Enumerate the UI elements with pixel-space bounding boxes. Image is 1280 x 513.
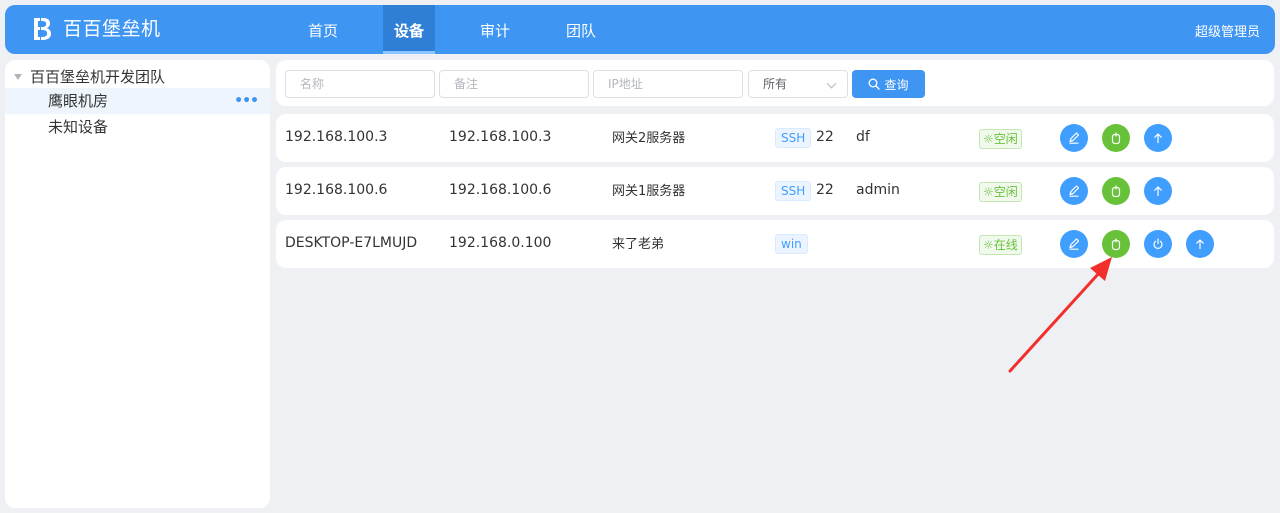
device-user: df (856, 129, 870, 145)
nav-item-devices[interactable]: 设备 (383, 5, 435, 54)
chevron-down-icon (826, 78, 837, 89)
protocol-tag: SSH (775, 128, 812, 148)
mouse-icon (1111, 132, 1121, 145)
edit-button[interactable] (1060, 230, 1088, 258)
device-description: 网关2服务器 (612, 131, 686, 146)
annotation-arrow-shaft (1008, 270, 1102, 373)
name-search-input[interactable] (285, 70, 435, 98)
device-name: 192.168.100.6 (285, 182, 388, 198)
upload-icon (1154, 133, 1162, 144)
device-ip: 192.168.100.6 (449, 182, 552, 198)
device-ip: 192.168.100.3 (449, 129, 552, 145)
sidebar: 百百堡垒机开发团队 鹰眼机房 ••• 未知设备 (5, 60, 270, 508)
tree-node-eagle-eye-room[interactable]: 鹰眼机房 ••• (5, 88, 270, 114)
query-button-label: 查询 (884, 77, 909, 92)
more-icon[interactable]: ••• (234, 88, 259, 114)
edit-button[interactable] (1060, 177, 1088, 205)
tree-node-unknown-devices[interactable]: 未知设备 (5, 114, 270, 140)
nav-item-team[interactable]: 团队 (555, 5, 607, 54)
connect-button[interactable] (1102, 177, 1130, 205)
note-search-input[interactable] (439, 70, 589, 98)
search-panel: 所有 查询 (276, 60, 1274, 106)
edit-icon (1069, 185, 1080, 197)
device-port: 22 (816, 182, 834, 198)
upload-button[interactable] (1144, 124, 1172, 152)
ip-search-input[interactable] (593, 70, 743, 98)
connect-button[interactable] (1102, 124, 1130, 152)
edit-button[interactable] (1060, 124, 1088, 152)
caret-down-icon[interactable] (14, 73, 22, 80)
tree-node-root[interactable]: 百百堡垒机开发团队 (14, 66, 165, 86)
nav-item-home[interactable]: 首页 (297, 5, 349, 54)
type-select-value: 所有 (763, 77, 788, 91)
main-nav: 首页 设备 审计 团队 (297, 5, 641, 54)
device-row[interactable]: DESKTOP-E7LMUJD 192.168.0.100 来了老弟 win ☼… (276, 220, 1274, 268)
power-button[interactable] (1144, 230, 1172, 258)
status-badge: ☼空闲 (979, 182, 1022, 202)
mouse-icon (1111, 238, 1121, 251)
nav-item-audit[interactable]: 审计 (469, 5, 521, 54)
device-row[interactable]: 192.168.100.3 192.168.100.3 网关2服务器 SSH 2… (276, 114, 1274, 162)
top-bar: 百百堡垒机 首页 设备 审计 团队 超级管理员 (5, 5, 1275, 54)
edit-icon (1069, 238, 1080, 250)
tree-node-label: 鹰眼机房 (48, 92, 109, 110)
device-ip: 192.168.0.100 (449, 235, 552, 251)
logo-icon (34, 18, 51, 40)
user-menu[interactable]: 超级管理员 (1195, 21, 1260, 40)
device-user: admin (856, 182, 900, 198)
edit-icon (1069, 132, 1080, 144)
tree-node-label: 未知设备 (48, 118, 109, 136)
upload-icon (1196, 239, 1204, 250)
status-badge: ☼在线 (979, 235, 1022, 255)
protocol-tag: SSH (775, 181, 812, 201)
upload-icon (1154, 186, 1162, 197)
upload-button[interactable] (1144, 177, 1172, 205)
type-select[interactable]: 所有 (748, 70, 848, 98)
mouse-icon (1111, 185, 1121, 198)
search-icon (869, 78, 881, 90)
query-button[interactable]: 查询 (852, 70, 925, 98)
device-port: 22 (816, 129, 834, 145)
device-description: 网关1服务器 (612, 184, 686, 199)
status-badge: ☼空闲 (979, 129, 1022, 149)
tree-node-label: 百百堡垒机开发团队 (30, 67, 166, 86)
connect-button[interactable] (1102, 230, 1130, 258)
power-icon (1153, 238, 1163, 249)
upload-button[interactable] (1186, 230, 1214, 258)
protocol-tag: win (775, 234, 808, 254)
device-row[interactable]: 192.168.100.6 192.168.100.6 网关1服务器 SSH 2… (276, 167, 1274, 215)
logo[interactable]: 百百堡垒机 (32, 16, 161, 42)
device-name: DESKTOP-E7LMUJD (285, 235, 418, 251)
app-title: 百百堡垒机 (63, 18, 161, 40)
device-name: 192.168.100.3 (285, 129, 388, 145)
device-description: 来了老弟 (612, 237, 665, 252)
